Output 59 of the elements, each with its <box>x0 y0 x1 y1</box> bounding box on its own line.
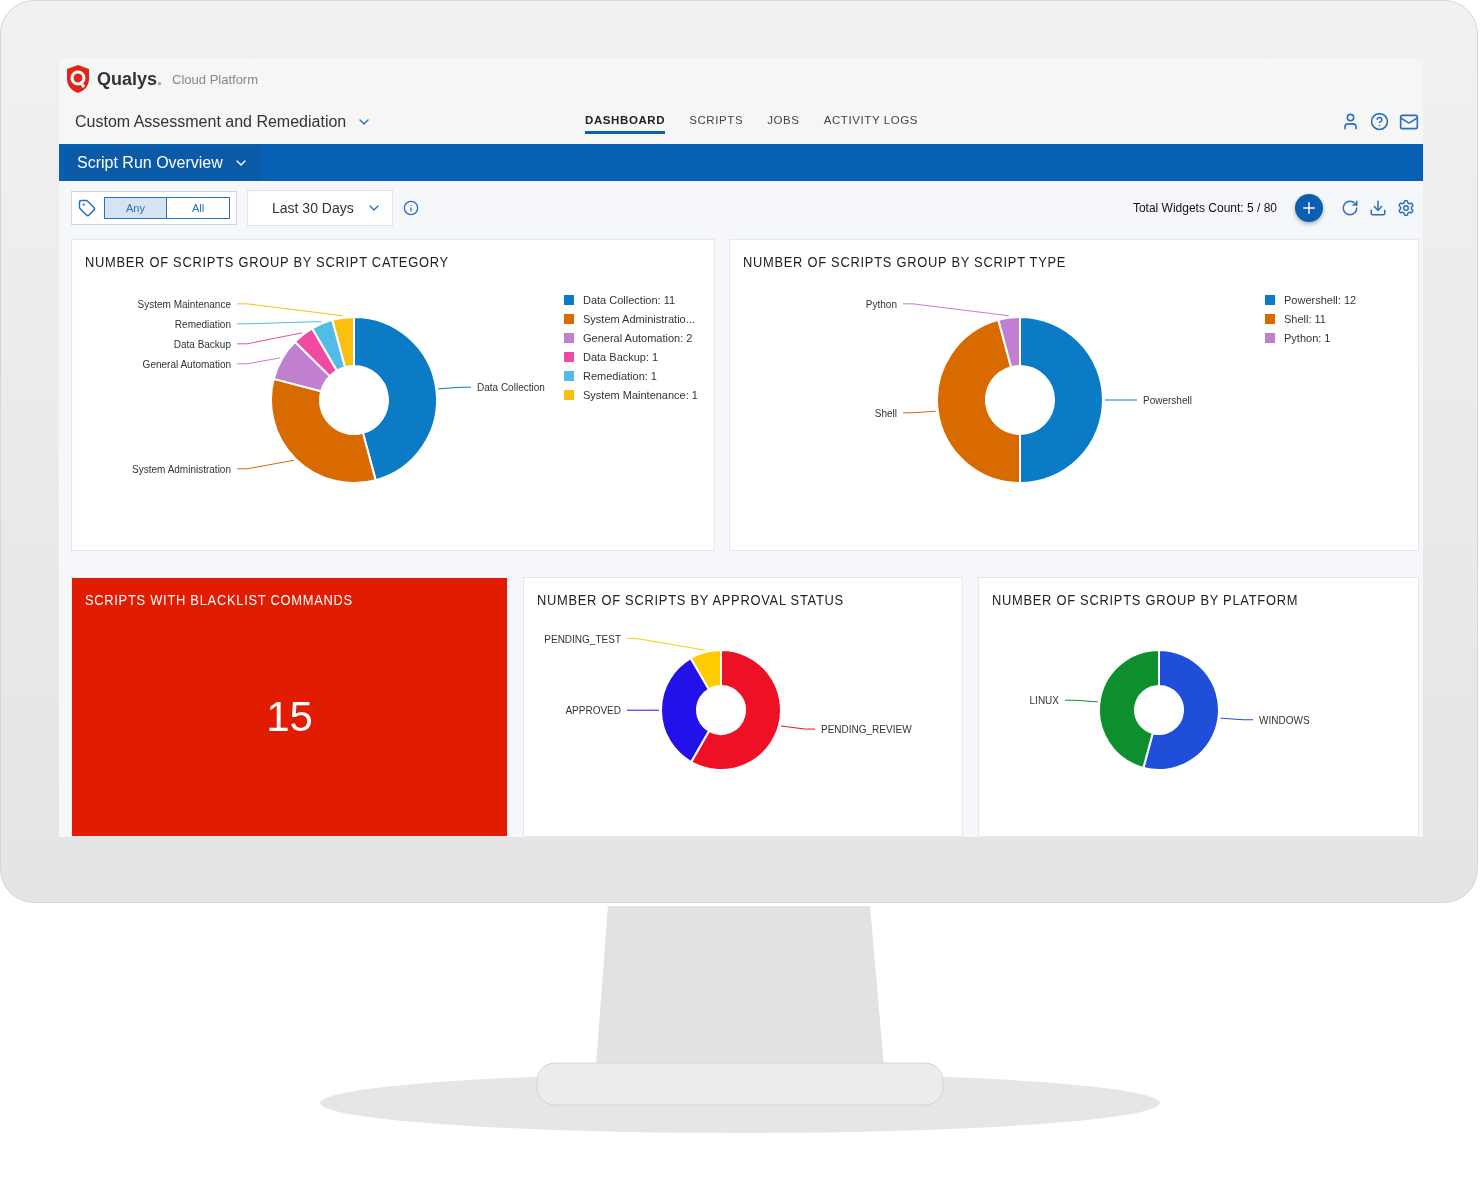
leader-line <box>1219 717 1254 721</box>
info-icon[interactable] <box>403 200 419 217</box>
leader-line <box>780 725 816 730</box>
legend-label: System Maintenance: 1 <box>583 389 698 401</box>
legend-label: System Administratio... <box>583 313 695 325</box>
legend-label: Python: 1 <box>1284 332 1331 344</box>
tag-icon <box>78 199 96 218</box>
nav-tab[interactable]: ACTIVITY LOGS <box>823 109 919 134</box>
legend-label: Data Collection: 11 <box>583 294 676 306</box>
dashboard-selector[interactable]: Script Run Overview <box>65 145 261 180</box>
slice-label: LINUX <box>1029 695 1059 707</box>
legend-label: General Automation: 2 <box>583 332 693 344</box>
slice-label: APPROVED <box>565 705 621 717</box>
legend-label: Powershell: 12 <box>1284 294 1357 306</box>
slice-label: General Automation <box>142 358 231 370</box>
leader-line <box>236 459 295 470</box>
slice-label: Powershell <box>1143 395 1192 406</box>
slice-label: PENDING_TEST <box>544 633 621 645</box>
leader-line <box>1064 699 1099 703</box>
widget-title: NUMBER OF SCRIPTS BY APPROVAL STATUS <box>535 591 845 608</box>
leader-line <box>626 709 660 711</box>
settings-icon[interactable] <box>1397 199 1415 218</box>
slice-label: Python <box>865 298 897 310</box>
legend-label: Remediation: 1 <box>583 370 657 382</box>
leader-line <box>437 386 472 390</box>
widget-title: SCRIPTS WITH BLACKLIST COMMANDS <box>83 591 354 608</box>
help-icon[interactable] <box>1370 111 1389 132</box>
leader-line <box>1104 399 1138 401</box>
leader-line <box>236 357 281 365</box>
legend-label: Shell: 11 <box>1284 313 1326 325</box>
add-widget-button[interactable] <box>1295 194 1323 223</box>
download-icon[interactable] <box>1369 199 1387 218</box>
slice-label: WINDOWS <box>1259 714 1310 726</box>
date-range-dropdown[interactable]: Last 30 Days <box>247 190 393 227</box>
slice-label: System Maintenance <box>137 298 231 310</box>
legend-label: Data Backup: 1 <box>583 351 659 363</box>
leader-line <box>236 332 303 345</box>
logo-icon <box>65 64 91 94</box>
brand-name: Qualys. <box>97 68 163 90</box>
slice-label: PENDING_REVIEW <box>821 724 912 736</box>
big-number: 15 <box>266 693 313 741</box>
refresh-icon[interactable] <box>1341 199 1359 218</box>
leader-line <box>902 410 937 414</box>
slice-label: Data Collection <box>477 382 545 394</box>
slice-label: Shell <box>874 407 897 419</box>
user-icon[interactable] <box>1341 111 1360 132</box>
nav-tab[interactable]: SCRIPTS <box>689 109 744 134</box>
match-toggle[interactable]: Any <box>105 198 167 219</box>
platform-name: Cloud Platform <box>172 71 259 87</box>
nav-tab[interactable]: DASHBOARD <box>585 109 666 134</box>
widget-title: NUMBER OF SCRIPTS GROUP BY SCRIPT CATEGORY <box>83 253 450 270</box>
slice-label: Data Backup <box>173 338 231 350</box>
widgets-count: Total Widgets Count: 5 / 80 <box>1132 201 1277 216</box>
widget-title: NUMBER OF SCRIPTS GROUP BY PLATFORM <box>990 591 1300 608</box>
widget-title: NUMBER OF SCRIPTS GROUP BY SCRIPT TYPE <box>741 253 1068 270</box>
slice-label: Remediation <box>174 318 231 330</box>
nav-tab[interactable]: JOBS <box>767 109 800 134</box>
app-selector[interactable]: Custom Assessment and Remediation <box>75 112 585 131</box>
slice-label: System Administration <box>132 463 231 475</box>
